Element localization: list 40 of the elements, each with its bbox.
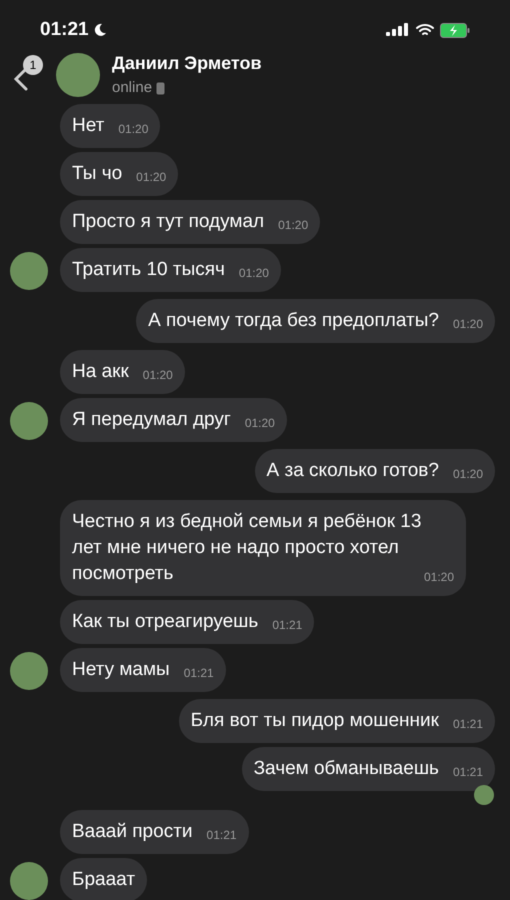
message-time: 01:20: [452, 316, 483, 332]
message-text: Нет: [72, 114, 104, 136]
unread-badge: 1: [23, 54, 43, 75]
message-text: А за сколько готов?: [266, 460, 439, 480]
online-status: online: [112, 78, 152, 98]
message-text: На акк: [72, 360, 129, 382]
message-time: 01:21: [452, 764, 483, 780]
message-text: Бля вот ты пидор мошенник: [190, 710, 439, 730]
phone-icon: [156, 82, 166, 95]
contact-name: Даниил Эрметов: [112, 52, 262, 75]
message-text: Просто я тут подумал: [72, 210, 264, 232]
wifi-icon: [416, 23, 434, 37]
message-time: 01:20: [278, 216, 308, 234]
message-time: 01:20: [452, 466, 483, 482]
message-text: Честно я из бедной семьи я ребёнок 13 лет мне ничего не надо просто хотел посмотреть: [72, 510, 422, 584]
message-text: Ты чо: [72, 162, 122, 184]
message-time: 01:20: [118, 120, 148, 138]
message-time: 01:21: [206, 826, 237, 844]
avatar: [56, 52, 100, 97]
battery-icon: [440, 22, 470, 38]
message-time: 01:20: [136, 168, 166, 186]
message-text: Нету мамы: [72, 658, 170, 680]
message-text: Я передумал друг: [72, 408, 231, 430]
signal-icon: [386, 23, 410, 37]
status-time: 01:21: [40, 18, 89, 42]
message-time: 01:21: [452, 716, 483, 732]
message-time: 01:20: [238, 264, 269, 282]
message-time: 01:20: [244, 414, 275, 432]
message-text: Зачем обманываешь: [254, 758, 439, 778]
message-time: 01:20: [142, 366, 173, 384]
back-icon[interactable]: [14, 66, 28, 91]
message-time: 01:21: [184, 664, 214, 682]
message-text: Вааай прости: [72, 820, 193, 842]
message-text: Брааат: [72, 868, 136, 890]
message-time: 01:20: [424, 568, 454, 586]
message-text: Тратить 10 тысяч: [72, 258, 225, 280]
moon-icon: [92, 23, 107, 37]
message-time: 01:21: [272, 616, 302, 634]
message-text: Как ты отреагируешь: [72, 610, 258, 632]
message-text: А почему тогда без предоплаты?: [148, 310, 439, 330]
